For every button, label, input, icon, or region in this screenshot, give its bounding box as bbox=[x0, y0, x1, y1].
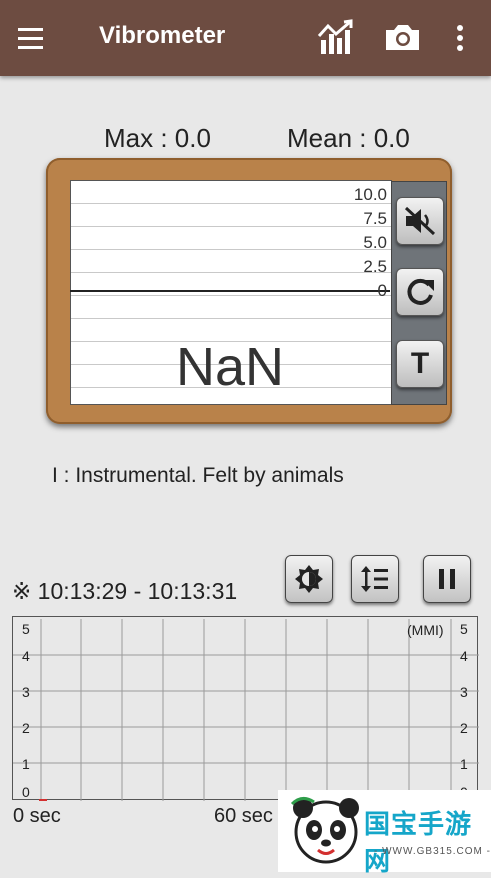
chart-icon[interactable] bbox=[316, 18, 360, 58]
watermark-url: - WWW.GB315.COM - bbox=[374, 846, 491, 857]
gauge-reading: NaN bbox=[175, 337, 285, 397]
max-value: Max : 0.0 bbox=[104, 123, 211, 153]
y-tick-right: 5 bbox=[460, 621, 468, 637]
app-title: Vibrometer bbox=[99, 22, 226, 49]
y-tick-right: 3 bbox=[460, 684, 468, 700]
mute-button[interactable] bbox=[396, 197, 444, 245]
pause-button[interactable] bbox=[423, 555, 471, 603]
camera-icon[interactable] bbox=[382, 18, 426, 58]
mean-value: Mean : 0.0 bbox=[287, 123, 410, 153]
y-tick-left: 4 bbox=[22, 648, 30, 664]
watermark: 国宝手游网 - WWW.GB315.COM - bbox=[278, 790, 491, 876]
x-label-start: 0 sec bbox=[13, 805, 61, 827]
refresh-button[interactable] bbox=[396, 268, 444, 316]
y-tick-left: 2 bbox=[22, 720, 30, 736]
y-tick-right: 4 bbox=[460, 648, 468, 664]
history-graph bbox=[12, 616, 479, 801]
brightness-button[interactable] bbox=[285, 555, 333, 603]
pause-icon bbox=[439, 569, 455, 589]
line-spacing-button[interactable] bbox=[351, 555, 399, 603]
text-button[interactable]: T bbox=[396, 340, 444, 388]
y-tick-left: 1 bbox=[22, 756, 30, 772]
refresh-icon bbox=[407, 278, 434, 305]
y-tick-right: 1 bbox=[460, 756, 468, 772]
graph-unit: (MMI) bbox=[407, 622, 444, 638]
scale-label: 7.5 bbox=[363, 209, 387, 228]
graph-grid bbox=[13, 619, 479, 801]
mute-icon bbox=[404, 206, 436, 236]
y-tick-left: 3 bbox=[22, 684, 30, 700]
more-vert-icon[interactable] bbox=[445, 18, 475, 58]
line-spacing-icon bbox=[361, 566, 388, 592]
menu-icon[interactable] bbox=[18, 22, 58, 54]
y-tick-left: 5 bbox=[22, 621, 30, 637]
scale-label: 2.5 bbox=[363, 257, 387, 276]
watermark-brand: 国宝手游网 bbox=[364, 809, 473, 876]
gauge-baseline bbox=[70, 290, 390, 292]
app-bar: Vibrometer bbox=[0, 0, 491, 76]
scale-label: 0 bbox=[377, 281, 387, 300]
y-tick-left: 0 bbox=[22, 784, 30, 800]
y-tick-right: 2 bbox=[460, 720, 468, 736]
scale-label: 5.0 bbox=[363, 233, 387, 252]
panda-logo-icon bbox=[290, 797, 359, 864]
x-label-60: 60 sec bbox=[214, 805, 273, 827]
brightness-icon bbox=[295, 565, 323, 593]
text-icon: T bbox=[410, 347, 430, 380]
time-range: ※ 10:13:29 - 10:13:31 bbox=[12, 578, 238, 604]
scale-label: 10.0 bbox=[353, 185, 387, 204]
intensity-description: I : Instrumental. Felt by animals bbox=[52, 464, 344, 487]
